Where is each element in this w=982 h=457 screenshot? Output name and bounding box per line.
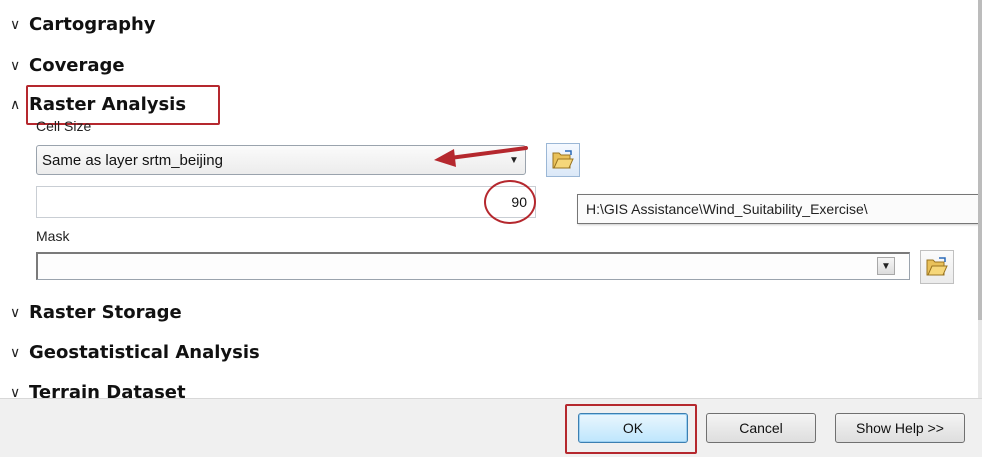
section-label: Raster Storage <box>29 302 182 323</box>
chevron-double-down-icon: ∨ <box>10 384 21 399</box>
section-label: Coverage <box>29 55 125 76</box>
annotation-arrow-icon <box>434 146 528 167</box>
mask-label: Mask <box>36 228 70 244</box>
chevron-double-up-icon: ∧ <box>10 96 21 113</box>
section-coverage[interactable]: ∨ Coverage <box>10 55 125 76</box>
chevron-double-down-icon: ∨ <box>10 57 21 74</box>
open-folder-icon <box>926 257 948 276</box>
chevron-double-down-icon: ∨ <box>10 344 21 361</box>
cell-size-label: Cell Size <box>36 118 92 134</box>
highlight-circle-cell-size <box>484 180 536 224</box>
mask-browse-button[interactable] <box>920 250 954 284</box>
cancel-button[interactable]: Cancel <box>706 413 816 443</box>
environment-settings-panel: ∨ Cartography ∨ Coverage ∧ Raster Analys… <box>0 0 978 398</box>
section-label: Terrain Dataset <box>29 382 186 398</box>
highlight-box-ok <box>565 404 697 454</box>
section-label: Cartography <box>29 14 156 35</box>
path-tooltip: H:\GIS Assistance\Wind_Suitability_Exerc… <box>577 194 978 224</box>
section-raster-storage[interactable]: ∨ Raster Storage <box>10 302 182 323</box>
chevron-double-down-icon: ∨ <box>10 16 21 33</box>
cell-size-browse-button[interactable] <box>546 143 580 177</box>
cell-size-selected-value: Same as layer srtm_beijing <box>42 151 223 169</box>
mask-dropdown[interactable]: ▼ <box>36 252 910 280</box>
open-folder-icon <box>552 150 574 169</box>
show-help-button[interactable]: Show Help >> <box>835 413 965 443</box>
section-cartography[interactable]: ∨ Cartography <box>10 14 156 35</box>
section-geostatistical-analysis[interactable]: ∨ Geostatistical Analysis <box>10 342 260 363</box>
dialog-button-bar: OK Cancel Show Help >> <box>0 398 982 457</box>
section-terrain-dataset[interactable]: ∨ Terrain Dataset <box>10 382 186 398</box>
chevron-double-down-icon: ∨ <box>10 304 21 321</box>
cell-size-value-field[interactable]: 90 <box>36 186 536 218</box>
section-label: Geostatistical Analysis <box>29 342 260 363</box>
dropdown-arrow-icon[interactable]: ▼ <box>877 257 895 275</box>
tooltip-path-text: H:\GIS Assistance\Wind_Suitability_Exerc… <box>586 201 868 217</box>
scrollbar-thumb[interactable] <box>978 0 982 320</box>
